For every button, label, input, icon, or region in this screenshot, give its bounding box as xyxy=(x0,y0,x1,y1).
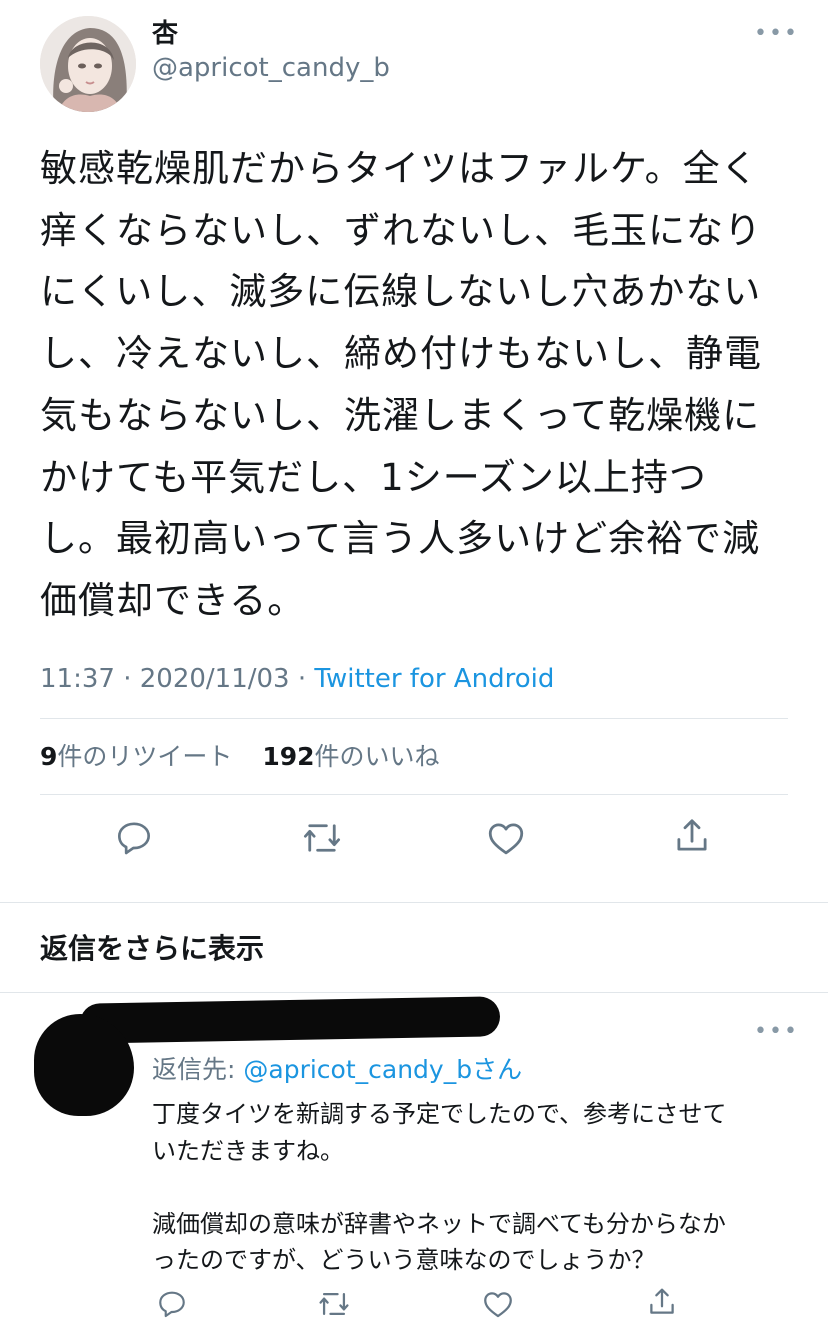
reply-retweet-button[interactable] xyxy=(314,1284,354,1324)
heart-icon xyxy=(484,1292,512,1318)
author-avatar[interactable] xyxy=(40,16,136,112)
engagement-stats: 9件のリツイート 192件のいいね xyxy=(40,740,440,774)
author-handle[interactable]: @apricot_candy_b xyxy=(152,52,390,84)
author-name[interactable]: 杏 xyxy=(152,18,178,50)
reply-text: 丁度タイツを新調する予定でしたので、参考にさせて いただきますね。 減価償却の意… xyxy=(152,1100,727,1274)
tweet-meta: 11:37 · 2020/11/03 · Twitter for Android xyxy=(40,662,554,696)
retweet-icon xyxy=(303,824,341,852)
retweets-stat[interactable]: 9件のリツイート xyxy=(40,742,232,771)
redacted-name xyxy=(79,996,501,1044)
more-replies-link[interactable]: 返信をさらに表示 xyxy=(40,930,264,968)
like-button[interactable] xyxy=(480,812,532,864)
reply-more-options-icon[interactable]: ••• xyxy=(754,1021,799,1043)
meta-separator: · xyxy=(114,664,140,694)
tweet-source-link[interactable]: Twitter for Android xyxy=(314,664,554,694)
reply-to-prefix: 返信先: xyxy=(152,1055,244,1084)
avatar-illustration xyxy=(40,16,136,112)
reply-to-line: 返信先: @apricot_candy_bさん xyxy=(152,1054,522,1086)
retweet-button[interactable] xyxy=(296,812,348,864)
more-options-icon[interactable]: ••• xyxy=(754,23,799,45)
divider xyxy=(0,992,828,993)
like-count: 192 xyxy=(262,742,315,771)
reply-reply-button[interactable] xyxy=(152,1284,192,1324)
meta-separator: · xyxy=(289,664,315,694)
share-icon xyxy=(677,819,707,851)
retweet-count: 9 xyxy=(40,742,58,771)
heart-icon xyxy=(488,823,524,855)
like-label: 件のいいね xyxy=(314,742,440,771)
reply-icon xyxy=(118,822,151,855)
reply-share-button[interactable] xyxy=(642,1282,682,1322)
retweet-icon xyxy=(319,1292,349,1316)
reply-like-button[interactable] xyxy=(478,1284,518,1324)
share-icon xyxy=(650,1288,674,1314)
likes-stat[interactable]: 192件のいいね xyxy=(262,742,439,771)
divider xyxy=(40,794,788,795)
reply-to-suffix: さん xyxy=(472,1055,523,1084)
tweet-time: 11:37 xyxy=(40,664,115,694)
divider xyxy=(40,718,788,719)
reply-button[interactable] xyxy=(108,812,160,864)
tweet-text: 敏感乾燥肌だからタイツはファルケ。全く 痒くならないし、ずれないし、毛玉になり … xyxy=(40,147,762,622)
share-button[interactable] xyxy=(666,810,718,862)
reply-to-handle[interactable]: @apricot_candy_b xyxy=(243,1055,472,1084)
reply-icon xyxy=(159,1291,185,1318)
retweet-label: 件のリツイート xyxy=(57,742,233,771)
divider xyxy=(0,902,828,903)
tweet-date: 2020/11/03 xyxy=(139,664,290,694)
